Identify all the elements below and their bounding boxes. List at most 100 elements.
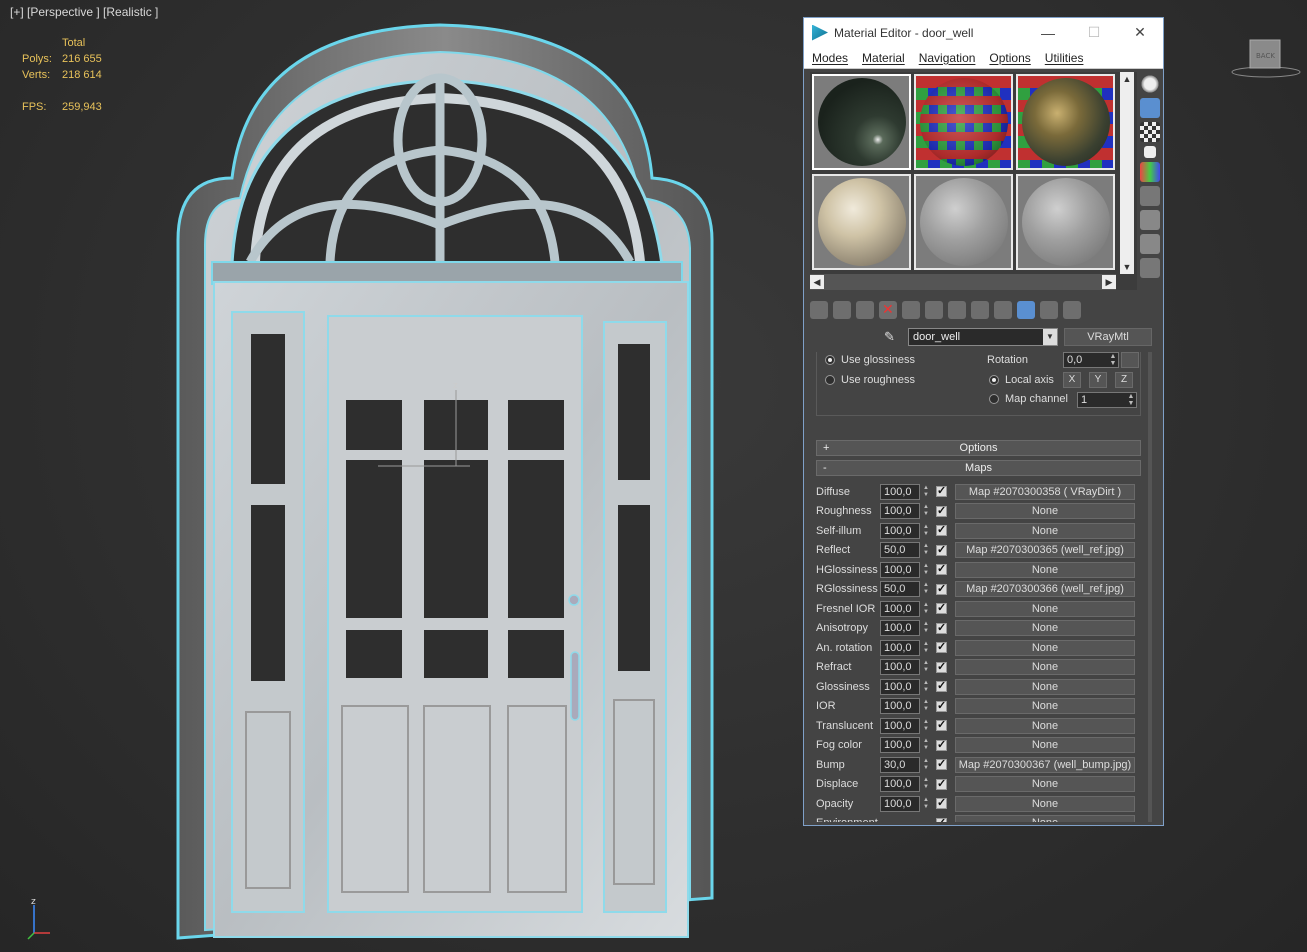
reset-map-icon[interactable] (879, 301, 897, 319)
spinner-arrows-icon[interactable]: ▲ ▼ (1108, 353, 1118, 367)
map-slot-button[interactable]: None (955, 678, 1135, 695)
map-slot-button[interactable]: None (955, 522, 1135, 539)
show-end-result-icon[interactable] (1017, 301, 1035, 319)
spinner-arrows-icon[interactable]: ▲ ▼ (922, 485, 930, 499)
go-forward-to-sibling-icon[interactable] (1063, 301, 1081, 319)
map-enabled-checkbox[interactable] (936, 523, 947, 537)
close-button[interactable]: ✕ (1117, 24, 1163, 41)
map-slot-button[interactable]: None (955, 698, 1135, 715)
map-amount-spinner[interactable]: 100,0 (880, 600, 920, 617)
map-enabled-checkbox[interactable] (936, 777, 947, 790)
map-slot-button[interactable]: None (955, 639, 1135, 656)
sample-slot-1[interactable] (812, 74, 911, 170)
map-amount-spinner[interactable]: 100,0 (880, 698, 920, 715)
map-slot-button[interactable]: None (955, 659, 1135, 676)
map-amount-spinner[interactable]: 100,0 (880, 678, 920, 695)
map-amount-spinner[interactable]: 100,0 (880, 717, 920, 734)
background-icon[interactable] (1140, 122, 1160, 142)
map-slot-button[interactable]: None (955, 795, 1135, 812)
map-amount-spinner[interactable]: 100,0 (880, 737, 920, 754)
make-unique-icon[interactable] (925, 301, 943, 319)
sample-slot-6[interactable] (1016, 174, 1115, 270)
map-slot-button[interactable]: Map #2070300367 (well_bump.jpg) (955, 756, 1135, 773)
scroll-down-icon[interactable]: ▼ (1120, 260, 1134, 274)
map-amount-spinner[interactable]: 100,0 (880, 776, 920, 793)
map-enabled-checkbox[interactable] (936, 640, 947, 654)
map-amount-spinner[interactable]: 100,0 (880, 561, 920, 578)
options-icon[interactable] (1140, 210, 1160, 230)
map-slot-button[interactable]: None (955, 600, 1135, 617)
make-preview-icon[interactable] (1140, 186, 1160, 206)
options-rollout-header[interactable]: + Options (816, 440, 1141, 456)
map-slot-button[interactable]: None (955, 503, 1135, 520)
go-to-parent-icon[interactable] (1040, 301, 1058, 319)
map-amount-spinner[interactable]: 100,0 (880, 620, 920, 637)
map-enabled-checkbox[interactable] (936, 484, 947, 498)
axis-x-button[interactable]: X (1063, 372, 1081, 388)
assign-material-icon[interactable] (856, 301, 874, 319)
eyedropper-icon[interactable]: ✎ (884, 329, 900, 345)
map-amount-spinner[interactable]: 100,0 (880, 639, 920, 656)
map-slot-button[interactable]: Map #2070300365 (well_ref.jpg) (955, 542, 1135, 559)
spinner-arrows-icon[interactable]: ▲ ▼ (922, 543, 930, 557)
slots-horizontal-scrollbar[interactable]: ◀ ▶ (810, 274, 1116, 290)
map-enabled-checkbox[interactable] (936, 601, 947, 615)
spinner-arrows-icon[interactable]: ▲ ▼ (1126, 393, 1136, 407)
spinner-arrows-icon[interactable]: ▲ ▼ (922, 582, 930, 596)
map-channel-radio[interactable]: Map channel (989, 393, 1068, 405)
door-model[interactable]: z (0, 0, 800, 952)
map-amount-spinner[interactable]: 100,0 (880, 795, 920, 812)
local-axis-radio[interactable]: Local axis (989, 374, 1054, 386)
map-slot-button[interactable]: None (955, 737, 1135, 754)
select-by-material-icon[interactable] (1140, 234, 1160, 254)
material-editor-titlebar[interactable]: Material Editor - door_well — ☐ ✕ (804, 18, 1163, 47)
map-enabled-checkbox[interactable] (936, 582, 947, 595)
map-enabled-checkbox[interactable] (936, 562, 947, 576)
map-slot-button[interactable]: None (955, 815, 1135, 822)
map-slot-button[interactable]: Map #2070300358 ( VRayDirt ) (955, 483, 1135, 500)
map-amount-spinner[interactable]: 100,0 (880, 659, 920, 676)
map-enabled-checkbox[interactable] (936, 504, 947, 517)
spinner-arrows-icon[interactable]: ▲ ▼ (922, 758, 930, 772)
maximize-button[interactable]: ☐ (1071, 24, 1117, 41)
material-editor-window[interactable]: Material Editor - door_well — ☐ ✕ Modes … (803, 17, 1164, 826)
spinner-arrows-icon[interactable]: ▲ ▼ (922, 719, 930, 733)
material-map-navigator-icon[interactable] (1140, 258, 1160, 278)
scroll-right-icon[interactable]: ▶ (1102, 275, 1116, 289)
map-amount-spinner[interactable]: 50,0 (880, 581, 920, 598)
spinner-arrows-icon[interactable]: ▲ ▼ (922, 738, 930, 752)
menu-material[interactable]: Material (862, 51, 905, 65)
spinner-arrows-icon[interactable]: ▲ ▼ (922, 699, 930, 713)
spinner-arrows-icon[interactable]: ▲ ▼ (922, 504, 930, 518)
map-enabled-checkbox[interactable] (936, 816, 947, 822)
use-roughness-radio[interactable]: Use roughness (825, 374, 915, 386)
make-material-copy-icon[interactable] (902, 301, 920, 319)
spinner-arrows-icon[interactable]: ▲ ▼ (922, 797, 930, 811)
map-slot-button[interactable]: None (955, 620, 1135, 637)
menu-navigation[interactable]: Navigation (919, 51, 976, 65)
spinner-arrows-icon[interactable]: ▲ ▼ (922, 680, 930, 694)
menu-utilities[interactable]: Utilities (1045, 51, 1084, 65)
spinner-arrows-icon[interactable]: ▲ ▼ (922, 660, 930, 674)
spinner-arrows-icon[interactable]: ▲ ▼ (922, 777, 930, 791)
map-amount-spinner[interactable]: 50,0 (880, 542, 920, 559)
sample-uv-tiling-icon[interactable] (1144, 146, 1156, 158)
show-shaded-material-icon[interactable] (994, 301, 1012, 319)
map-slot-button[interactable]: None (955, 717, 1135, 734)
map-amount-spinner[interactable]: 100,0 (880, 483, 920, 500)
axis-z-button[interactable]: Z (1115, 372, 1133, 388)
slots-vertical-scrollbar[interactable]: ▲ ▼ (1120, 72, 1134, 274)
map-channel-spinner[interactable]: 1 ▲ ▼ (1077, 392, 1137, 408)
sample-slot-4[interactable] (812, 174, 911, 270)
map-slot-button[interactable]: Map #2070300366 (well_ref.jpg) (955, 581, 1135, 598)
spinner-arrows-icon[interactable]: ▲ ▼ (922, 563, 930, 577)
map-slot-button[interactable]: None (955, 776, 1135, 793)
scroll-left-icon[interactable]: ◀ (810, 275, 824, 289)
use-glossiness-radio[interactable]: Use glossiness (825, 354, 915, 366)
map-enabled-checkbox[interactable] (936, 738, 947, 751)
chevron-down-icon[interactable]: ▼ (1043, 329, 1057, 345)
material-name-input[interactable]: door_well ▼ (908, 328, 1058, 346)
map-enabled-checkbox[interactable] (936, 679, 947, 693)
put-to-library-icon[interactable] (948, 301, 966, 319)
map-slot-button[interactable]: None (955, 561, 1135, 578)
